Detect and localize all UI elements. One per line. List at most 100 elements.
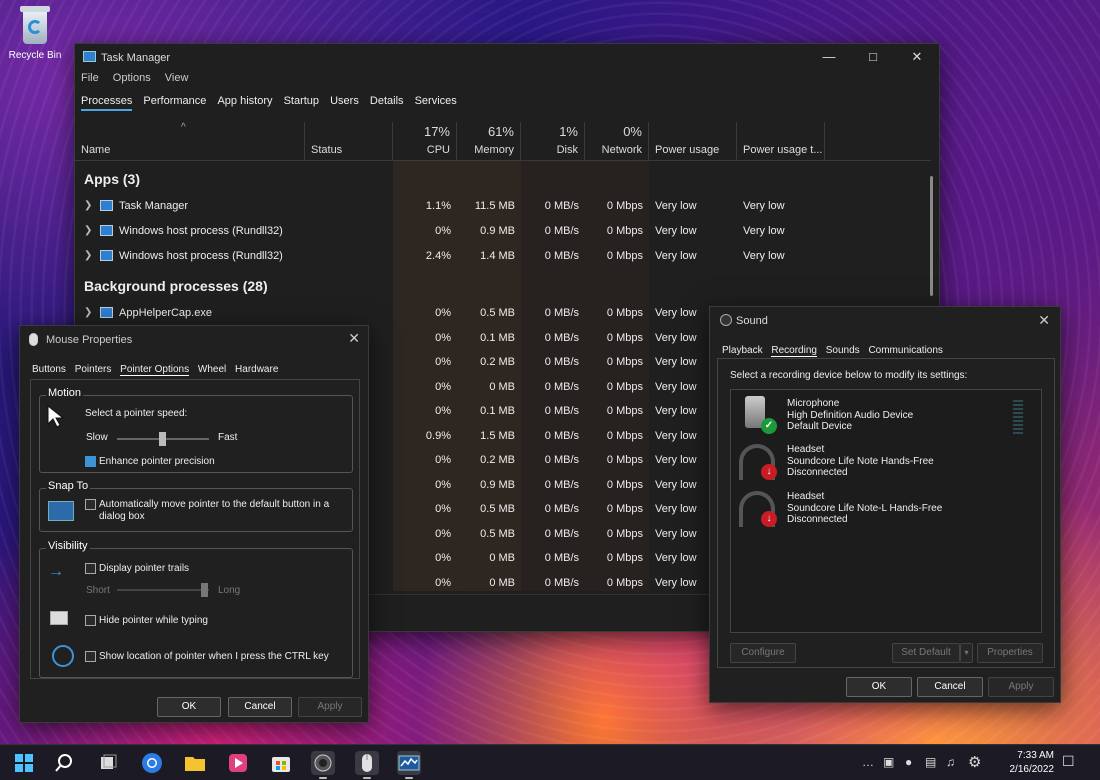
chrome-app[interactable] [140, 751, 164, 775]
tab-recording[interactable]: Recording [771, 345, 817, 357]
tab-pointers[interactable]: Pointers [75, 364, 112, 375]
windows-logo-icon [15, 754, 33, 772]
tab-details[interactable]: Details [370, 95, 404, 109]
tab-users[interactable]: Users [330, 95, 359, 109]
list-item[interactable]: ✓ Microphone High Definition Audio Devic… [737, 394, 1037, 438]
file-explorer-app[interactable] [183, 751, 207, 775]
menu-bar: File Options View [81, 72, 199, 84]
column-memory[interactable]: 61% Memory [457, 122, 521, 160]
tab-performance[interactable]: Performance [143, 95, 206, 109]
group-background: Background processes (28) [84, 278, 268, 294]
column-cpu[interactable]: 17% CPU [393, 122, 457, 160]
enhance-precision-checkbox[interactable]: Enhance pointer precision [85, 456, 215, 467]
minimize-button[interactable]: — [807, 46, 851, 68]
apply-button[interactable]: Apply [298, 697, 362, 717]
tab-communications[interactable]: Communications [868, 345, 942, 356]
list-item[interactable]: ↓ Headset Soundcore Life Note Hands-Free… [737, 440, 1037, 484]
show-hidden-icons[interactable]: … [862, 755, 874, 769]
display-icon[interactable]: ▤ [925, 755, 936, 769]
table-row[interactable]: ❯ Windows host process (Rundll32) 0% 0.9… [75, 219, 931, 243]
mouse-settings-app[interactable] [355, 751, 379, 779]
store-app[interactable] [269, 751, 293, 775]
scrollbar[interactable] [930, 176, 933, 296]
snap-to-checkbox[interactable]: Automatically move pointer to the defaul… [85, 499, 329, 510]
table-row[interactable]: ❯ Task Manager 1.1% 11.5 MB 0 MB/s 0 Mbp… [75, 194, 931, 218]
ok-button[interactable]: OK [157, 697, 221, 717]
pointer-speed-slider[interactable] [117, 432, 209, 446]
close-icon[interactable]: ✕ [1038, 312, 1050, 329]
tab-pointer-options[interactable]: Pointer Options [120, 364, 190, 376]
dropdown-arrow-icon[interactable]: ▾ [960, 643, 973, 663]
maximize-button[interactable]: □ [851, 46, 895, 68]
tab-panel: Motion Select a pointer speed: Slow Fast… [30, 379, 360, 679]
menu-file[interactable]: File [81, 72, 99, 84]
pointer-trails-icon: → [48, 563, 64, 580]
table-row[interactable]: ❯ Windows host process (Rundll32) 2.4% 1… [75, 244, 931, 268]
volume-icon[interactable]: ♫ [946, 755, 955, 769]
column-status[interactable]: Status [305, 122, 393, 160]
task-manager-icon [398, 755, 420, 771]
menu-view[interactable]: View [165, 72, 189, 84]
recycle-bin-label: Recycle Bin [8, 50, 62, 61]
tab-playback[interactable]: Playback [722, 345, 763, 356]
network-icon[interactable]: ▣ [883, 755, 894, 769]
window-title: Task Manager [101, 52, 171, 64]
apply-button[interactable]: Apply [988, 677, 1054, 697]
recycle-bin[interactable]: Recycle Bin [6, 6, 64, 61]
cancel-button[interactable]: Cancel [917, 677, 983, 697]
chevron-right-icon[interactable]: ❯ [84, 307, 92, 318]
tab-services[interactable]: Services [415, 95, 457, 109]
search-button[interactable] [52, 751, 76, 775]
tab-processes[interactable]: Processes [81, 95, 133, 111]
menu-options[interactable]: Options [113, 72, 151, 84]
tab-hardware[interactable]: Hardware [235, 364, 278, 375]
hide-pointer-checkbox[interactable]: Hide pointer while typing [85, 615, 208, 626]
tab-buttons[interactable]: Buttons [32, 364, 66, 375]
task-view-button[interactable] [96, 751, 120, 775]
taskbar: … ▣ ● ▤ ♫ ⚙ 7:33 AM 2/16/2022 ☐ [0, 744, 1100, 780]
microphone-icon[interactable]: ● [905, 755, 912, 769]
cancel-button[interactable]: Cancel [228, 697, 292, 717]
media-player-app[interactable] [226, 751, 250, 775]
tab-sounds[interactable]: Sounds [826, 345, 860, 356]
column-network[interactable]: 0% Network [585, 122, 649, 160]
chevron-right-icon[interactable]: ❯ [84, 225, 92, 236]
visibility-group: Visibility → Display pointer trails Shor… [39, 540, 353, 678]
window-app-icon [100, 225, 113, 236]
ctrl-location-checkbox[interactable]: Show location of pointer when I press th… [85, 651, 329, 662]
chevron-right-icon[interactable]: ❯ [84, 250, 92, 261]
set-default-button[interactable]: Set Default [892, 643, 960, 663]
start-button[interactable] [12, 751, 36, 775]
tab-app-history[interactable]: App history [217, 95, 272, 109]
check-badge-icon: ✓ [761, 418, 777, 434]
close-button[interactable]: ✕ [895, 46, 939, 68]
slider-thumb[interactable] [159, 432, 166, 446]
pointer-trails-checkbox[interactable]: Display pointer trails [85, 563, 189, 574]
task-manager-app[interactable] [397, 751, 421, 779]
list-item[interactable]: ↓ Headset Soundcore Life Note-L Hands-Fr… [737, 487, 1037, 531]
date: 2/16/2022 [1009, 764, 1055, 775]
configure-button[interactable]: Configure [730, 643, 796, 663]
checkmark-icon[interactable] [85, 456, 96, 467]
column-power-trend[interactable]: Power usage t... [737, 122, 825, 160]
column-disk[interactable]: 1% Disk [521, 122, 585, 160]
sound-settings-app[interactable] [311, 751, 335, 779]
search-icon [55, 754, 72, 772]
tab-wheel[interactable]: Wheel [198, 364, 226, 375]
column-power-usage[interactable]: Power usage [649, 122, 737, 160]
notifications-icon[interactable]: ☐ [1062, 753, 1075, 770]
ok-button[interactable]: OK [846, 677, 912, 697]
chevron-right-icon[interactable]: ❯ [84, 200, 92, 211]
tab-strip: Processes Performance App history Startu… [81, 95, 465, 111]
gear-icon[interactable]: ⚙ [968, 753, 981, 771]
tab-startup[interactable]: Startup [284, 95, 319, 109]
clock[interactable]: 7:33 AM 2/16/2022 [1010, 749, 1055, 777]
sound-dialog: Sound ✕ Playback Recording Sounds Commun… [709, 306, 1061, 703]
close-icon[interactable]: ✕ [348, 330, 360, 347]
trails-length-slider[interactable] [117, 583, 209, 597]
device-list: ✓ Microphone High Definition Audio Devic… [730, 389, 1042, 633]
properties-button[interactable]: Properties [977, 643, 1043, 663]
time: 7:33 AM [1017, 750, 1054, 761]
column-name[interactable]: Name [75, 122, 305, 160]
recycle-bin-icon [18, 6, 52, 46]
